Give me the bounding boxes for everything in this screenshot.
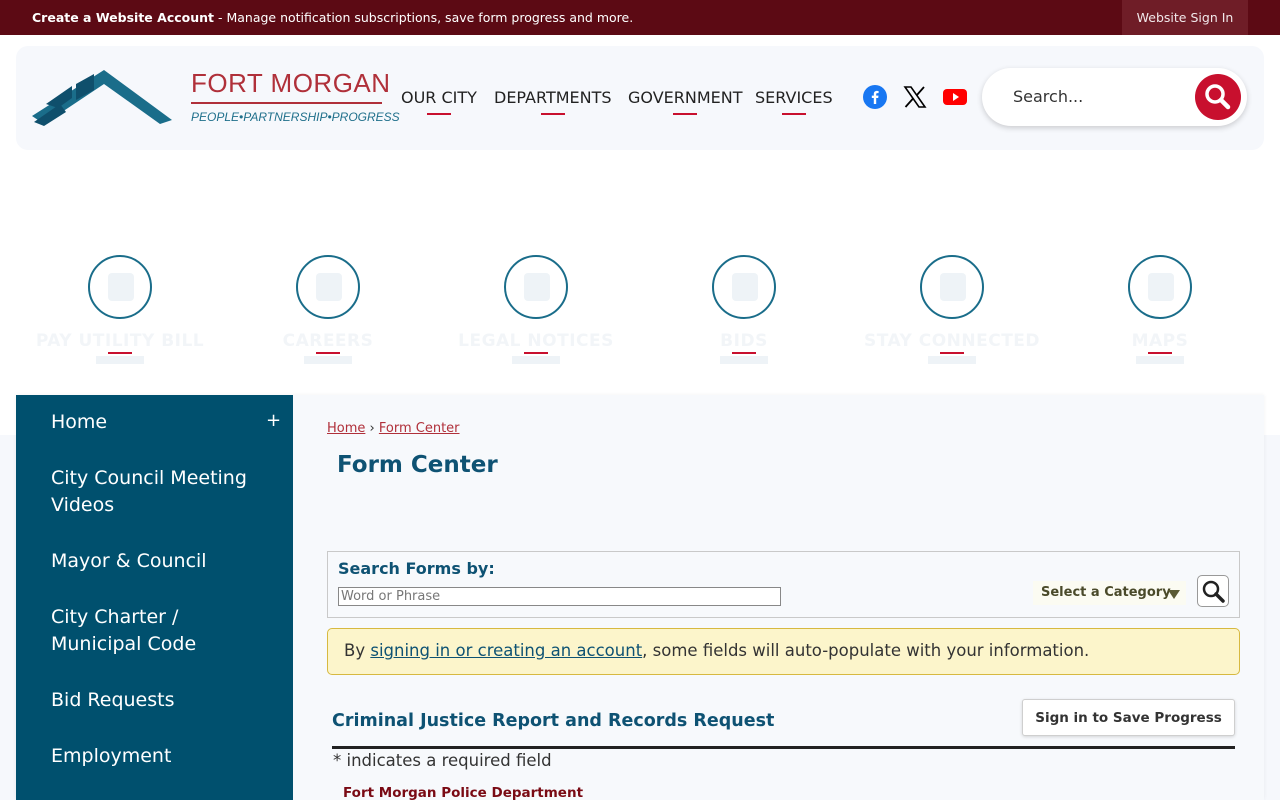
form-title: Criminal Justice Report and Records Requ… — [332, 711, 775, 731]
save-progress-button[interactable]: Sign in to Save Progress — [1022, 699, 1235, 736]
top-utility-bar: Create a Website Account - Manage notifi… — [0, 0, 1280, 35]
nav-departments[interactable]: DEPARTMENTS — [494, 88, 612, 115]
search-button[interactable] — [1195, 74, 1241, 120]
x-twitter-icon[interactable] — [903, 85, 927, 109]
sidebar-nav: Home + City Council Meeting Videos Mayor… — [16, 395, 293, 800]
form-search-label: Search Forms by: — [338, 559, 495, 578]
wallet-icon — [88, 255, 152, 319]
department-heading: Fort Morgan Police Department — [343, 785, 584, 800]
breadcrumb-home[interactable]: Home — [327, 421, 365, 436]
quick-link-maps[interactable]: MAPS — [1060, 255, 1260, 375]
sidebar-item-bid-requests[interactable]: Bid Requests — [51, 687, 271, 714]
nav-our-city[interactable]: OUR CITY — [401, 88, 477, 115]
quick-link-underline — [732, 352, 756, 354]
calendar-icon — [920, 255, 984, 319]
category-select-label: Select a Category — [1041, 585, 1171, 600]
create-account-link[interactable]: Create a Website Account — [32, 10, 214, 25]
page-title: Form Center — [337, 452, 498, 478]
website-sign-in-button[interactable]: Website Sign In — [1122, 0, 1248, 35]
quick-link-bids[interactable]: BIDS — [644, 255, 844, 375]
quick-link-label: CAREERS — [282, 331, 374, 351]
search-input[interactable]: Search... — [1013, 87, 1083, 106]
breadcrumb-separator: › — [369, 421, 375, 436]
quick-link-label: BIDS — [720, 331, 768, 351]
sign-in-notice: By signing in or creating an account, so… — [327, 628, 1240, 675]
quick-link-shadow — [720, 356, 768, 364]
quick-link-shadow — [96, 356, 144, 364]
notice-suffix: , some fields will auto-populate with yo… — [642, 641, 1090, 660]
quick-link-label: PAY UTILITY BILL — [35, 331, 205, 351]
document-icon — [504, 255, 568, 319]
site-header: FORT MORGAN PEOPLE•PARTNERSHIP•PROGRESS … — [16, 46, 1264, 150]
notice-prefix: By — [344, 641, 371, 660]
quick-link-pay-utility-bill[interactable]: PAY UTILITY BILL — [20, 255, 220, 375]
quick-link-label: LEGAL NOTICES — [458, 331, 614, 351]
quick-link-shadow — [304, 356, 352, 364]
quick-link-underline — [316, 352, 340, 354]
quick-link-underline — [108, 352, 132, 354]
logo-divider — [191, 102, 382, 104]
nav-government[interactable]: GOVERNMENT — [628, 88, 743, 115]
dropdown-arrow-icon — [1168, 590, 1180, 599]
site-search[interactable]: Search... — [982, 68, 1247, 126]
briefcase-icon — [296, 255, 360, 319]
expand-icon[interactable]: + — [266, 410, 281, 431]
quick-link-underline — [524, 352, 548, 354]
logo-title[interactable]: FORT MORGAN — [191, 68, 391, 99]
envelope-icon — [712, 255, 776, 319]
quick-link-shadow — [928, 356, 976, 364]
sidebar-item-mayor-council[interactable]: Mayor & Council — [51, 548, 271, 575]
sidebar-item-council-videos[interactable]: City Council Meeting Videos — [51, 465, 271, 519]
quick-link-legal-notices[interactable]: LEGAL NOTICES — [436, 255, 636, 375]
search-icon — [1205, 84, 1231, 110]
create-account-description: - Manage notification subscriptions, sav… — [214, 10, 634, 25]
search-icon — [1202, 580, 1225, 603]
form-divider — [332, 746, 1235, 749]
required-field-note: * indicates a required field — [333, 751, 552, 770]
quick-link-stay-connected[interactable]: STAY CONNECTED — [852, 255, 1052, 375]
sidebar-item-employment[interactable]: Employment — [51, 743, 271, 770]
breadcrumb: Home › Form Center — [327, 421, 460, 436]
create-account-message[interactable]: Create a Website Account - Manage notifi… — [32, 10, 633, 25]
nav-services[interactable]: SERVICES — [755, 88, 833, 115]
category-select[interactable]: Select a Category — [1033, 581, 1186, 605]
facebook-icon[interactable] — [863, 85, 887, 109]
youtube-icon[interactable] — [943, 85, 967, 109]
sidebar-item-city-charter[interactable]: City Charter / Municipal Code — [51, 604, 271, 658]
quick-link-label: MAPS — [1131, 331, 1189, 351]
quick-link-label: STAY CONNECTED — [863, 331, 1041, 351]
map-icon — [1128, 255, 1192, 319]
quick-link-underline — [1148, 352, 1172, 354]
sign-in-link[interactable]: signing in or creating an account — [370, 641, 642, 660]
breadcrumb-form-center[interactable]: Form Center — [379, 421, 460, 436]
form-search-panel: Search Forms by: Word or Phrase Select a… — [327, 551, 1240, 618]
quick-link-shadow — [512, 356, 560, 364]
quick-link-shadow — [1136, 356, 1184, 364]
sidebar-item-home[interactable]: Home — [51, 409, 271, 436]
form-search-button[interactable] — [1197, 575, 1229, 607]
form-search-input[interactable]: Word or Phrase — [338, 587, 781, 606]
logo-tagline: PEOPLE•PARTNERSHIP•PROGRESS — [191, 110, 400, 124]
quick-link-underline — [940, 352, 964, 354]
quick-link-careers[interactable]: CAREERS — [228, 255, 428, 375]
fort-morgan-logo-icon[interactable] — [32, 68, 172, 126]
